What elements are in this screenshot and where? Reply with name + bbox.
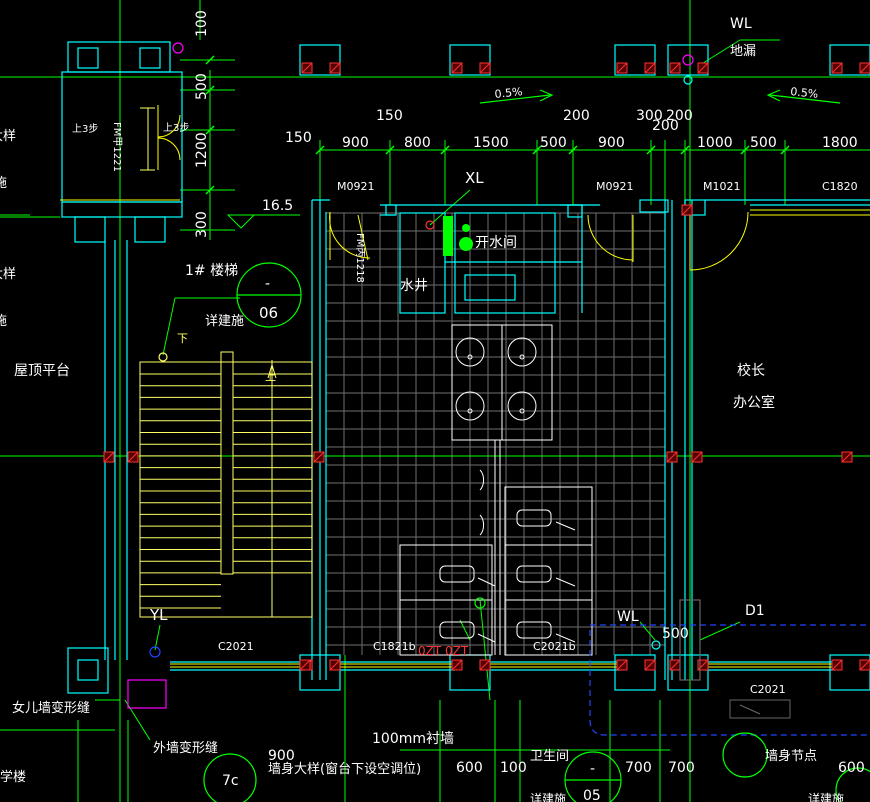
dim-top-200: 200 <box>563 108 590 124</box>
label-toilet: 卫生间 <box>530 749 569 764</box>
dim-mid-500a: 500 <box>540 135 567 151</box>
label-c1821b: C1821b <box>373 640 416 653</box>
label-detail-bottom-2: 详建施 <box>808 791 844 802</box>
label-c2021b: C2021b <box>533 640 576 653</box>
label-m0921-right: M0921 <box>596 180 634 193</box>
label-wall-node: 墙身节点 <box>765 748 817 764</box>
dim-bottom-900: 900 <box>268 748 295 764</box>
label-water-well: 水井 <box>400 278 428 294</box>
label-parapet-joint: 女儿墙变形缝 <box>12 700 90 716</box>
label-outer-wall-joint: 外墙变形缝 <box>153 740 218 756</box>
label-c1820: C1820 <box>822 180 858 193</box>
label-fm-right: FM丙1218 <box>354 233 365 283</box>
dim-top-150: 150 <box>376 108 403 124</box>
dim-vert-500: 500 <box>194 73 210 100</box>
dim-bottom-600a: 600 <box>456 760 483 776</box>
dim-mid-900a: 900 <box>342 135 369 151</box>
label-left-edge-1: 大样 <box>0 129 16 144</box>
label-up-step-left: 上3步 <box>72 123 98 135</box>
label-c2021-right: C2021 <box>750 683 786 696</box>
dim-mid-800: 800 <box>404 135 431 151</box>
label-fm-left: FM甲1221 <box>111 122 122 172</box>
dim-mid-150: 150 <box>285 130 312 146</box>
dim-vert-300: 300 <box>194 211 210 238</box>
label-wl-top: WL <box>730 16 752 32</box>
dim-bottom-700a: 700 <box>625 760 652 776</box>
label-detail-top: - <box>265 276 270 292</box>
label-up: 上 <box>265 370 276 383</box>
dim-mid-1500: 1500 <box>473 135 509 151</box>
label-stair-name: 1# 楼梯 <box>185 263 238 279</box>
label-c2021-left: C2021 <box>218 640 254 653</box>
label-lining-wall: 100mm衬墙 <box>372 731 454 747</box>
label-down: 下 <box>177 332 188 345</box>
label-xl: XL <box>465 169 484 187</box>
label-open-room: 开水间 <box>475 235 517 251</box>
dim-bottom-700b: 700 <box>668 760 695 776</box>
label-floor-drain: 地漏 <box>730 43 756 59</box>
label-detail-bottom-1: 详建施 <box>530 791 566 802</box>
label-yl: YL <box>149 606 168 624</box>
label-principal-1: 校长 <box>737 362 765 379</box>
label-school-building: 学楼 <box>0 769 26 785</box>
label-wl-bottom: WL <box>617 609 639 625</box>
dim-bottom-100: 100 <box>500 760 527 776</box>
dim-extra-200: 200 <box>652 118 679 134</box>
label-left-edge-4: 施 <box>0 314 7 329</box>
label-m0921-left: M0921 <box>337 180 375 193</box>
dim-mid-1000: 1000 <box>697 135 733 151</box>
dim-vert-100: 100 <box>194 10 210 37</box>
dim-mid-900b: 900 <box>598 135 625 151</box>
label-roof-platform: 屋顶平台 <box>14 363 70 379</box>
label-d1: D1 <box>745 603 765 619</box>
label-circle-05: 05 <box>583 788 601 802</box>
label-up-step-right: 上3步 <box>163 122 189 134</box>
label-circle-7c: 7c <box>222 773 239 789</box>
floor-plan-drawing: WL 地漏 0.5% 0.5% 16.5 XL 开水间 水井 FM甲1221 F… <box>0 0 870 802</box>
label-detail-bottom: 06 <box>259 304 278 322</box>
dim-bottom-600b: 600 <box>838 760 865 776</box>
label-dim-500-bottom: 500 <box>662 626 689 642</box>
label-circle-annot: 0ZT 0ZT <box>418 644 469 658</box>
label-left-edge-3: 大样 <box>0 267 16 282</box>
label-circle-dash: - <box>590 761 595 777</box>
label-elev-165: 16.5 <box>262 198 293 214</box>
label-principal-2: 办公室 <box>733 394 775 411</box>
dim-mid-500b: 500 <box>750 135 777 151</box>
label-stair-detail: 详建施 <box>205 314 244 329</box>
label-left-edge-2: 施 <box>0 176 7 191</box>
dim-mid-1800: 1800 <box>822 135 858 151</box>
dim-vert-1200: 1200 <box>194 132 210 168</box>
label-m1021: M1021 <box>703 180 741 193</box>
